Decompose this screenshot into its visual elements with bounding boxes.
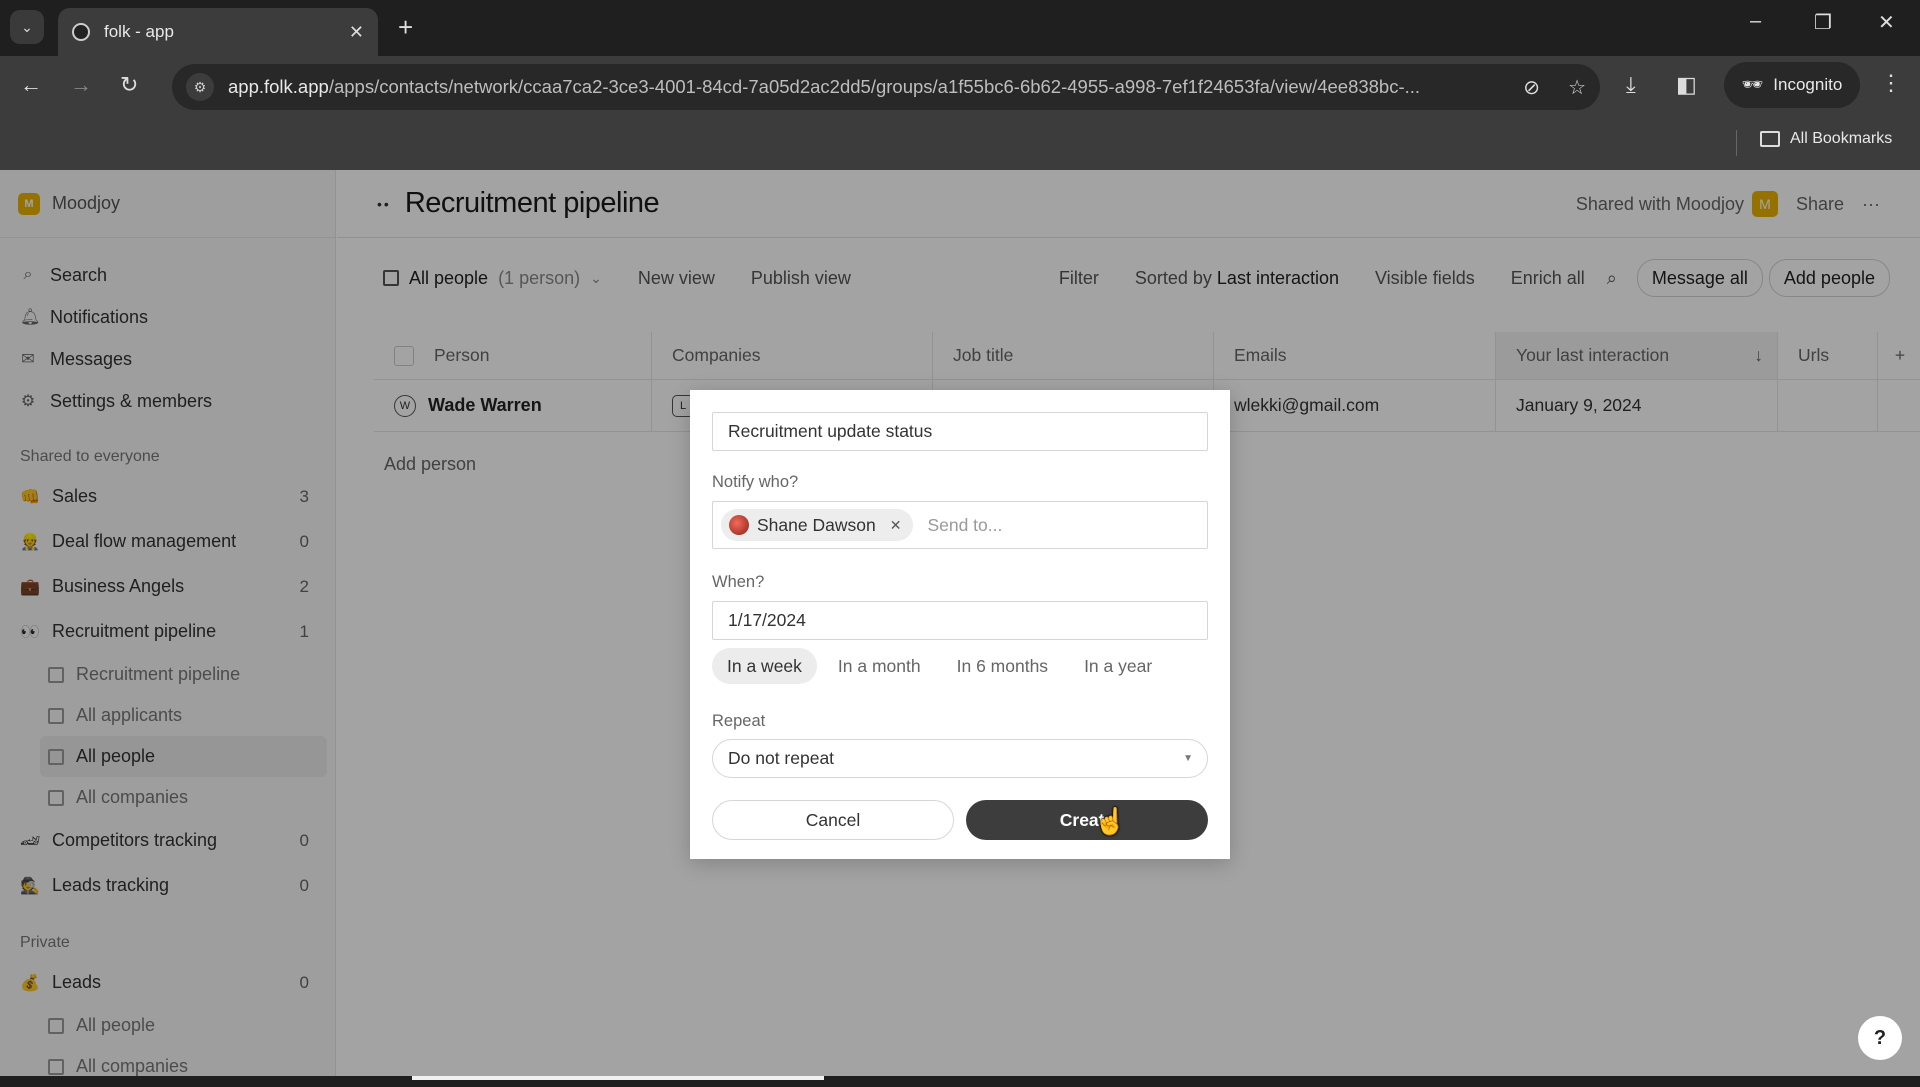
when-label: When? (712, 573, 765, 591)
repeat-select[interactable]: Do not repeat ▼ (712, 739, 1208, 778)
restore-button[interactable]: ❐ (1814, 10, 1832, 35)
bookmarks-bar: All Bookmarks (0, 118, 1920, 170)
recipients-input[interactable]: Shane Dawson ✕ Send to... (712, 501, 1208, 549)
tab-title: folk - app (104, 22, 174, 41)
tab-search-button[interactable]: ⌄ (10, 10, 44, 44)
incognito-icon: 🕶 (1741, 75, 1764, 94)
download-icon[interactable]: ⤓ (1626, 72, 1636, 98)
send-to-placeholder[interactable]: Send to... (927, 515, 1002, 536)
quick-option-year[interactable]: In a year (1069, 648, 1167, 684)
quick-option-week[interactable]: In a week (712, 648, 817, 684)
repeat-value: Do not repeat (728, 748, 835, 768)
close-tab-icon[interactable]: ✕ (349, 22, 364, 43)
all-bookmarks-button[interactable]: All Bookmarks (1760, 130, 1892, 148)
bottom-edge (0, 1076, 1920, 1080)
help-button[interactable]: ? (1858, 1016, 1902, 1060)
reload-button[interactable]: ↻ (120, 72, 138, 98)
date-input[interactable]: 1/17/2024 (712, 601, 1208, 640)
folder-icon (1760, 131, 1780, 147)
remove-recipient-icon[interactable]: ✕ (890, 517, 902, 534)
address-bar[interactable]: ⚙ app.folk.app/apps/contacts/network/cca… (172, 64, 1600, 110)
quick-option-6-months[interactable]: In 6 months (942, 648, 1063, 684)
browser-tab[interactable]: folk - app ✕ (58, 8, 378, 56)
repeat-label: Repeat (712, 712, 766, 730)
hand-cursor-icon: ☝ (1094, 806, 1127, 836)
url-path: /apps/contacts/network/ccaa7ca2-3ce3-400… (328, 76, 1421, 97)
quick-option-month[interactable]: In a month (823, 648, 936, 684)
forward-button[interactable]: → (70, 72, 92, 98)
recipient-chip: Shane Dawson ✕ (721, 509, 914, 541)
recipient-name: Shane Dawson (757, 514, 876, 535)
all-bookmarks-label: All Bookmarks (1790, 130, 1893, 147)
url-text[interactable]: app.folk.app/apps/contacts/network/ccaa7… (228, 76, 1509, 98)
url-host: app.folk.app (228, 76, 329, 97)
side-panel-icon[interactable]: ◧ (1676, 72, 1697, 98)
browser-menu-icon[interactable]: ⋮ (1880, 70, 1902, 96)
bookmarks-divider (1736, 130, 1737, 156)
favicon-icon (72, 23, 90, 41)
dialog-buttons: Cancel Create (712, 800, 1208, 840)
incognito-badge[interactable]: 🕶 Incognito (1724, 62, 1860, 108)
incognito-label: Incognito (1773, 75, 1843, 94)
bottom-edge-segment (412, 1076, 824, 1080)
minimize-button[interactable]: – (1750, 10, 1761, 33)
reminder-dialog: Recruitment update status Notify who? Sh… (690, 390, 1230, 859)
cancel-button[interactable]: Cancel (712, 800, 954, 840)
notify-label: Notify who? (712, 473, 799, 491)
site-info-icon[interactable]: ⚙ (186, 73, 214, 101)
new-tab-button[interactable]: + (398, 12, 413, 43)
eye-off-icon[interactable]: ⊘ (1523, 75, 1540, 100)
chevron-down-icon: ⌄ (21, 18, 33, 35)
quick-date-options: In a week In a month In 6 months In a ye… (712, 648, 1208, 684)
browser-toolbar: ← → ↻ ⚙ app.folk.app/apps/contacts/netwo… (0, 56, 1920, 118)
caret-down-icon: ▼ (1183, 753, 1193, 764)
browser-tab-bar: ⌄ folk - app ✕ + – ❐ ✕ (0, 0, 1920, 56)
close-window-button[interactable]: ✕ (1878, 10, 1895, 35)
star-icon[interactable]: ☆ (1568, 75, 1586, 100)
back-button[interactable]: ← (20, 72, 42, 98)
reminder-title-input[interactable]: Recruitment update status (712, 412, 1208, 451)
avatar (729, 515, 749, 535)
create-button[interactable]: Create (966, 800, 1208, 840)
